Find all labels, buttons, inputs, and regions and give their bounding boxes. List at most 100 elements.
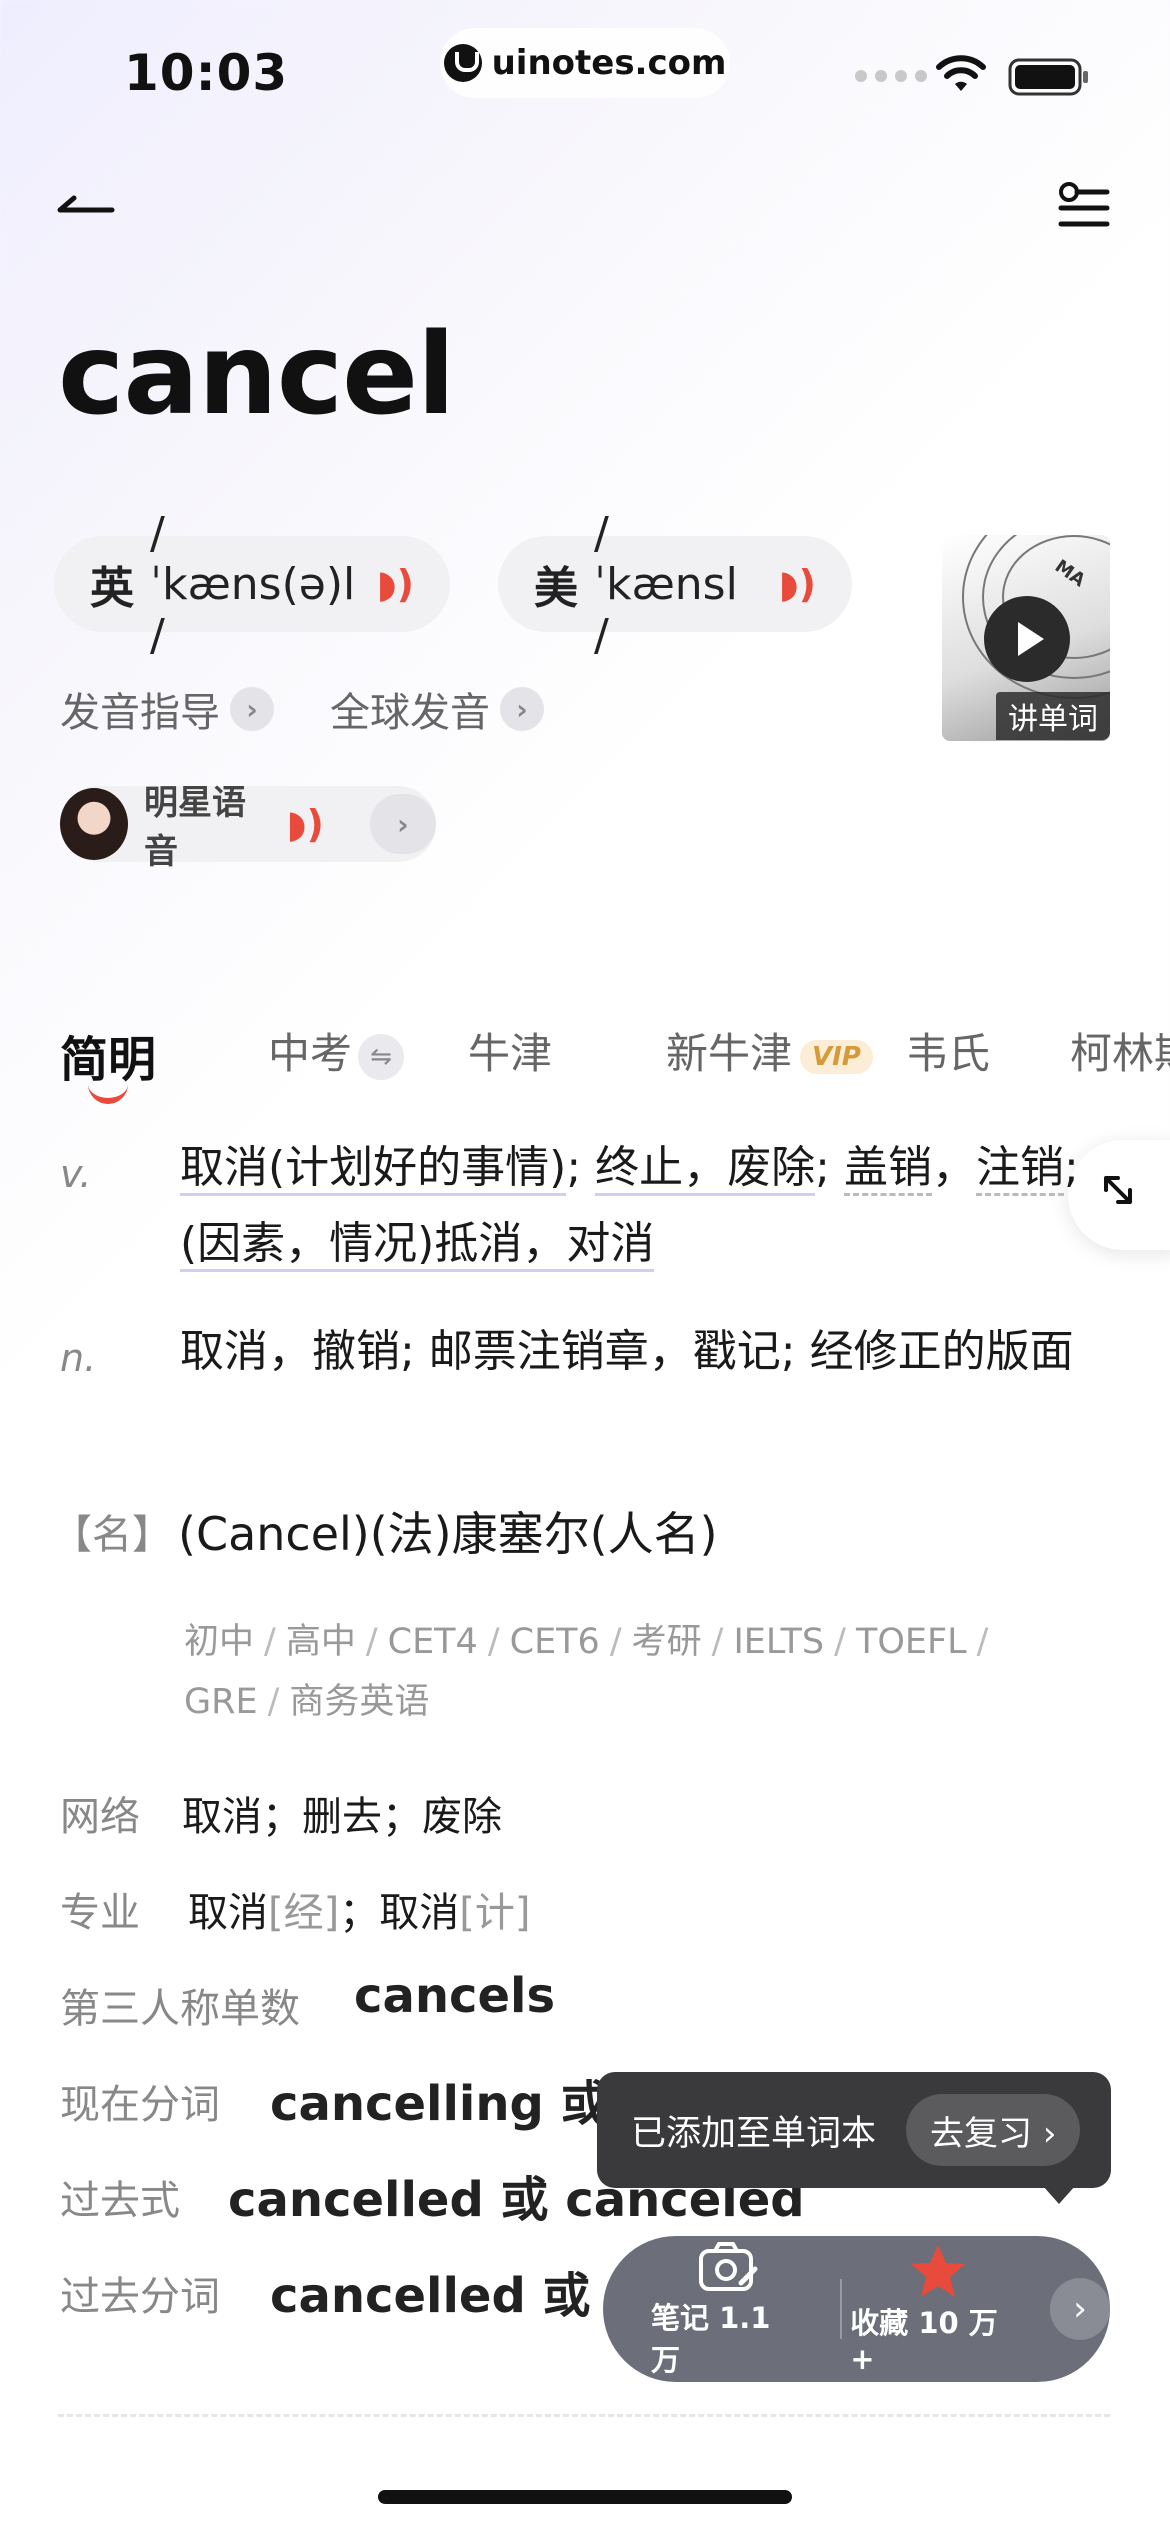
prof-text: 取消 [188,1890,268,1936]
pron-uk-button[interactable]: 英 / ˈkæns(ə)l / ◗) [54,508,450,661]
tab-zhongkao[interactable]: 中考 ⇋ [268,1020,405,1081]
sound-icon: ◗) [286,802,324,846]
divider [58,2414,1110,2417]
inflection-label: 第三人称单数 [60,1986,300,2032]
signal-icon [855,70,927,82]
def-segment[interactable]: 盖销 [843,1142,932,1196]
level-sep: / [711,1622,724,1662]
settings-icon[interactable] [1055,180,1111,236]
definition-verb: 取消(计划好的事情); 终止，废除; 盖销，注销; (因素，情况)抵消，对消 [180,1130,1110,1282]
toast-text: 已添加至单词本 [631,2113,877,2154]
professional-label: 专业 [60,1890,140,1936]
inflection-label: 过去分词 [60,2274,220,2320]
exam-levels: 初中 / 高中 / CET4/CET6/考研 / IELTS / TOEFL / GRE / 商务英语 [184,1612,1104,1732]
global-pronunciation-link[interactable]: 全球发音 › [330,680,544,738]
status-time: 10:03 [124,44,289,102]
pron-region: 美 [534,563,578,614]
level-tag: 高中 [285,1622,356,1662]
level-sep: / [609,1622,622,1662]
vip-badge: VIP [800,1039,873,1074]
pron-region: 英 [90,563,134,614]
note-label: 笔记 1.1 万 [651,2301,771,2377]
wifi-icon [936,55,986,91]
global-label: 全球发音 [330,690,490,736]
level-tag: IELTS [733,1622,825,1662]
pos-verb: v. [60,1152,92,1196]
pronunciation-guide-link[interactable]: 发音指导 › [60,680,274,738]
network-label: 网络 [60,1794,140,1840]
def-sep: ; [1063,1142,1079,1193]
level-tag: TOEFL [855,1622,967,1662]
level-sep: / [264,1622,276,1662]
battery-icon [1008,58,1088,96]
name-label: 【名】 [52,1512,172,1558]
chevron-right-icon: › [369,794,436,854]
level-tag: GRE [184,1682,258,1722]
level-sep: / [976,1622,989,1662]
level-tag: CET4 [387,1622,478,1662]
collect-button[interactable]: 收藏 10 万 + [850,2242,1026,2376]
professional-definition: 取消[经]；取消[计] [188,1880,530,1938]
level-tag: 初中 [184,1622,255,1662]
celebrity-voice-button[interactable]: 明星语音 ◗) › [60,783,436,872]
def-sep: ; [815,1142,844,1193]
pron-us-button[interactable]: 美 / ˈkænsl / ◗) [498,508,852,661]
added-toast: 已添加至单词本 去复习 › [597,2072,1111,2188]
note-button[interactable]: 笔记 1.1 万 [651,2239,804,2379]
avatar [60,788,129,860]
def-segment[interactable]: (因素，情况)抵消，对消 [180,1218,655,1272]
tab-label: 新牛津 [666,1029,793,1078]
definition-noun: 取消，撤销; 邮票注销章，戳记; 经修正的版面 [180,1326,1074,1377]
camera-note-icon [698,2242,758,2291]
prof-tag: [经] [268,1890,340,1936]
review-button[interactable]: 去复习 › [906,2094,1081,2166]
def-sep: ; [566,1142,596,1193]
inflection-label: 过去式 [60,2178,180,2224]
star-icon [911,2245,966,2297]
tab-webster[interactable]: 韦氏 [906,1020,990,1081]
name-definition: (Cancel)(法)康塞尔(人名) [178,1507,718,1561]
bar-divider [840,2279,843,2339]
level-sep: / [267,1682,280,1722]
url-pill: uinotes.com [440,28,730,98]
level-sep: / [834,1622,846,1662]
pos-noun: n. [60,1336,97,1380]
tab-active-indicator [88,1084,128,1104]
tab-concise[interactable]: 简明 [60,1020,156,1090]
pron-phonetic: / ˈkæns(ə)l / [150,507,356,661]
site-logo-icon [443,44,482,82]
chevron-right-icon: › [230,687,274,731]
home-indicator[interactable] [378,2490,792,2504]
def-sep: ， [931,1142,976,1193]
tab-oxford[interactable]: 牛津 [468,1020,552,1081]
sound-icon: ◗) [778,562,816,606]
tab-collins[interactable]: 柯林斯 [1070,1020,1170,1081]
level-sep: / [365,1622,378,1662]
level-tag: 考研 [631,1622,702,1662]
inflection-value[interactable]: cancels [354,1968,555,2024]
prof-tag: [计] [459,1890,531,1936]
pron-phonetic: / ˈkænsl / [594,507,738,661]
play-icon[interactable] [984,596,1070,682]
def-segment[interactable]: 终止，废除 [595,1142,816,1196]
swap-icon: ⇋ [358,1033,405,1080]
url-text: uinotes.com [491,43,727,83]
def-segment[interactable]: 取消(计划好的事情) [180,1142,567,1196]
guide-label: 发音指导 [60,690,220,736]
prof-sep: ； [339,1890,380,1936]
sound-icon: ◗) [376,562,414,606]
inflection-label: 现在分词 [60,2082,220,2128]
chevron-right-icon: › [500,687,544,731]
collect-label: 收藏 10 万 + [850,2306,998,2376]
celebrity-label: 明星语音 [144,783,247,872]
level-tag: CET6 [509,1622,600,1662]
headword: cancel [58,310,455,440]
prof-text: 取消 [379,1890,460,1936]
def-segment[interactable]: 注销 [975,1142,1064,1196]
tab-new-oxford[interactable]: 新牛津 VIP [666,1020,873,1081]
bottom-action-bar: 笔记 1.1 万 收藏 10 万 + › [603,2236,1110,2382]
network-definition: 取消；删去；废除 [182,1794,502,1840]
next-button[interactable]: › [1050,2278,1110,2340]
back-icon[interactable] [56,180,116,240]
level-tag: 商务英语 [289,1682,430,1722]
